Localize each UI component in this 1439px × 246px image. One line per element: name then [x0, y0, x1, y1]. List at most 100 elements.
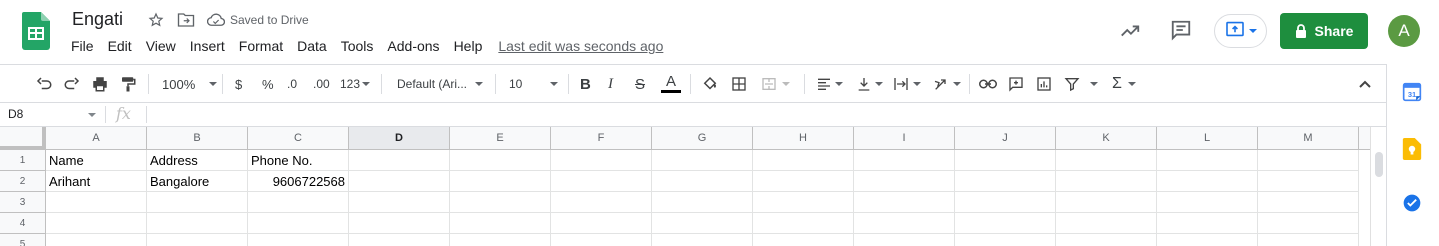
select-all-corner[interactable] — [0, 127, 46, 150]
merge-cells-icon[interactable] — [760, 74, 790, 94]
column-header-m[interactable]: M — [1258, 127, 1359, 150]
increase-decimal-button[interactable]: .00 — [313, 74, 330, 94]
cell-b3[interactable] — [147, 192, 248, 213]
share-button[interactable]: Share — [1280, 13, 1368, 49]
cell-k1[interactable] — [1056, 150, 1157, 171]
cell-i4[interactable] — [854, 213, 955, 234]
currency-format-button[interactable]: $ — [235, 74, 242, 94]
cell-e3[interactable] — [450, 192, 551, 213]
menu-data[interactable]: Data — [290, 38, 334, 54]
italic-button[interactable]: I — [608, 74, 613, 94]
more-formats-button[interactable]: 123 — [340, 74, 371, 94]
cell-g2[interactable] — [652, 171, 753, 192]
cell-b1[interactable]: Address — [147, 150, 248, 171]
column-header-h[interactable]: H — [753, 127, 854, 150]
cell-c5[interactable] — [248, 234, 349, 246]
cell-a5[interactable] — [46, 234, 147, 246]
move-folder-icon[interactable] — [176, 10, 196, 30]
row-header-1[interactable]: 1 — [0, 150, 46, 171]
redo-icon[interactable] — [63, 74, 81, 94]
cell-f4[interactable] — [551, 213, 652, 234]
cell-i3[interactable] — [854, 192, 955, 213]
font-select[interactable]: Default (Ari... — [397, 74, 485, 94]
tasks-icon[interactable] — [1402, 193, 1424, 215]
cell-c1[interactable]: Phone No. — [248, 150, 349, 171]
cell-a3[interactable] — [46, 192, 147, 213]
text-color-button[interactable]: A — [661, 74, 681, 94]
cell-f1[interactable] — [551, 150, 652, 171]
cell-b4[interactable] — [147, 213, 248, 234]
cell-l5[interactable] — [1157, 234, 1258, 246]
bold-button[interactable]: B — [580, 74, 591, 94]
cell-c2[interactable]: 9606722568 — [248, 171, 349, 192]
cell-g3[interactable] — [652, 192, 753, 213]
cell-e2[interactable] — [450, 171, 551, 192]
column-header-i[interactable]: I — [854, 127, 955, 150]
cell-h5[interactable] — [753, 234, 854, 246]
vertical-align-icon[interactable] — [856, 74, 883, 94]
cell-j5[interactable] — [955, 234, 1056, 246]
strikethrough-button[interactable]: S — [635, 74, 645, 94]
decrease-decimal-button[interactable]: .0 — [287, 74, 297, 94]
cell-k4[interactable] — [1056, 213, 1157, 234]
column-header-c[interactable]: C — [248, 127, 349, 150]
row-header-3[interactable]: 3 — [0, 192, 46, 213]
cell-i2[interactable] — [854, 171, 955, 192]
row-header-5[interactable]: 5 — [0, 234, 46, 246]
cell-d2[interactable] — [349, 171, 450, 192]
cell-c4[interactable] — [248, 213, 349, 234]
text-wrapping-icon[interactable] — [892, 74, 921, 94]
column-header-g[interactable]: G — [652, 127, 753, 150]
calendar-icon[interactable]: 31 — [1402, 82, 1424, 104]
cell-k2[interactable] — [1056, 171, 1157, 192]
row-header-4[interactable]: 4 — [0, 213, 46, 234]
keep-icon[interactable] — [1402, 138, 1424, 160]
cell-g5[interactable] — [652, 234, 753, 246]
row-header-2[interactable]: 2 — [0, 171, 46, 192]
cell-a1[interactable]: Name — [46, 150, 147, 171]
cell-i1[interactable] — [854, 150, 955, 171]
cell-f3[interactable] — [551, 192, 652, 213]
cell-j1[interactable] — [955, 150, 1056, 171]
horizontal-align-icon[interactable] — [816, 74, 843, 94]
column-header-e[interactable]: E — [450, 127, 551, 150]
functions-button[interactable]: Σ — [1112, 74, 1136, 94]
cell-h4[interactable] — [753, 213, 854, 234]
scrollbar-thumb[interactable] — [1375, 152, 1383, 177]
vertical-scrollbar[interactable] — [1370, 127, 1386, 246]
cell-j2[interactable] — [955, 171, 1056, 192]
cell-d4[interactable] — [349, 213, 450, 234]
cell-b5[interactable] — [147, 234, 248, 246]
cell-l1[interactable] — [1157, 150, 1258, 171]
column-header-l[interactable]: L — [1157, 127, 1258, 150]
cell-h1[interactable] — [753, 150, 854, 171]
cell-c3[interactable] — [248, 192, 349, 213]
cell-a4[interactable] — [46, 213, 147, 234]
cell-d3[interactable] — [349, 192, 450, 213]
cell-k3[interactable] — [1056, 192, 1157, 213]
percent-format-button[interactable]: % — [262, 74, 274, 94]
borders-icon[interactable] — [731, 74, 747, 94]
menu-file[interactable]: File — [64, 38, 101, 54]
insert-chart-icon[interactable] — [1036, 74, 1052, 94]
column-header-f[interactable]: F — [551, 127, 652, 150]
undo-icon[interactable] — [35, 74, 53, 94]
cell-g1[interactable] — [652, 150, 753, 171]
menu-insert[interactable]: Insert — [183, 38, 232, 54]
text-rotation-icon[interactable] — [932, 74, 961, 94]
avatar[interactable]: A — [1388, 15, 1420, 47]
print-icon[interactable] — [91, 74, 109, 94]
insert-comment-icon[interactable] — [1008, 74, 1024, 94]
cell-d1[interactable] — [349, 150, 450, 171]
star-icon[interactable] — [146, 10, 166, 30]
menu-format[interactable]: Format — [232, 38, 290, 54]
cell-j4[interactable] — [955, 213, 1056, 234]
fill-color-icon[interactable] — [701, 74, 719, 94]
cell-f5[interactable] — [551, 234, 652, 246]
cell-e4[interactable] — [450, 213, 551, 234]
cell-e5[interactable] — [450, 234, 551, 246]
cell-m2[interactable] — [1258, 171, 1359, 192]
collapse-toolbar-icon[interactable] — [1358, 74, 1372, 94]
menu-tools[interactable]: Tools — [334, 38, 381, 54]
menu-addons[interactable]: Add-ons — [380, 38, 446, 54]
